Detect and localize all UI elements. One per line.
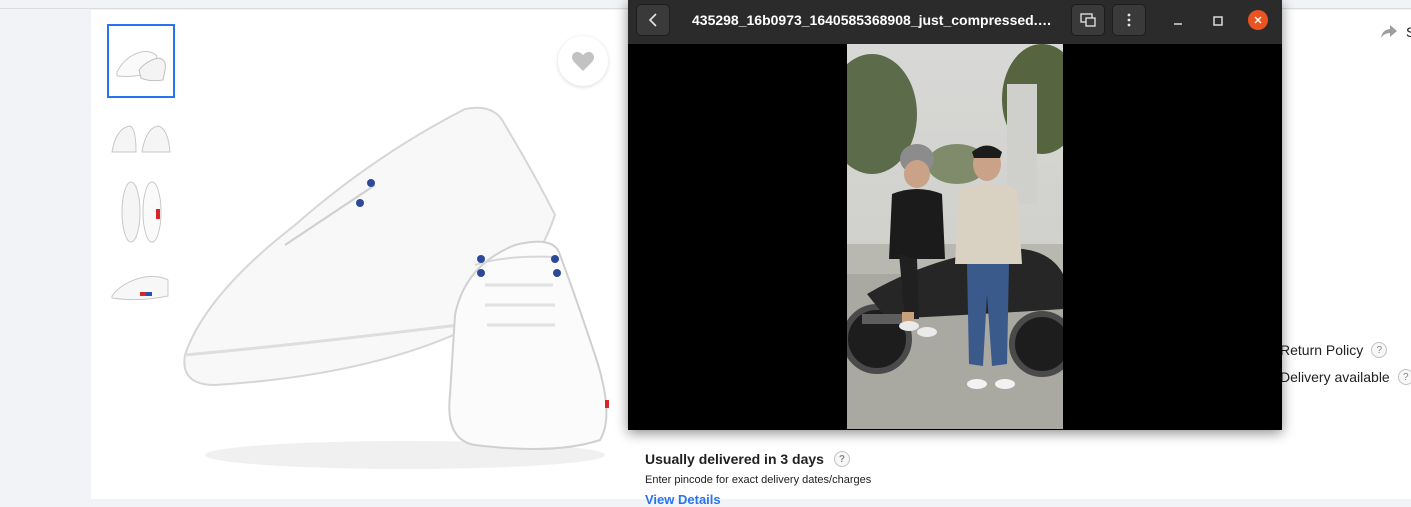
picture-in-picture-button[interactable] <box>1071 4 1105 36</box>
maximize-button[interactable] <box>1207 10 1229 32</box>
help-icon[interactable]: ? <box>1397 369 1411 385</box>
delivery-available-label: Delivery available <box>1280 369 1390 385</box>
share-button[interactable]: S <box>1380 24 1411 40</box>
thumbnail-3[interactable] <box>107 178 175 246</box>
delivery-title-row: Usually delivered in 3 days ? <box>645 451 871 467</box>
heart-icon <box>572 51 594 71</box>
help-icon[interactable]: ? <box>1371 342 1388 358</box>
help-icon[interactable]: ? <box>833 451 850 467</box>
shoe-thumbnail-image <box>116 51 166 82</box>
main-product-image[interactable] <box>175 95 620 475</box>
shoe-thumbnail-image <box>121 181 162 243</box>
video-frame[interactable] <box>847 44 1063 429</box>
sneaker-pair-image <box>183 106 609 469</box>
shoe-thumbnail-image <box>111 125 171 153</box>
menu-icon <box>1127 13 1131 27</box>
return-policy-label: Return Policy <box>1280 342 1364 358</box>
maximize-icon <box>1213 16 1223 26</box>
video-frame-image <box>847 44 1063 429</box>
return-policy: Return Policy ? <box>1280 342 1388 358</box>
menu-button[interactable] <box>1112 4 1146 36</box>
close-button[interactable] <box>1248 10 1268 30</box>
delivery-availability: Delivery available ? <box>1280 369 1411 385</box>
page-left-margin <box>0 10 91 499</box>
thumbnail-list <box>107 24 175 326</box>
thumbnail-1[interactable] <box>107 24 175 98</box>
pip-icon <box>1080 13 1096 27</box>
close-icon <box>1254 16 1262 24</box>
shoe-thumbnail-image <box>111 275 169 301</box>
back-icon <box>648 13 657 27</box>
minimize-icon <box>1174 23 1182 25</box>
thumbnail-2[interactable] <box>107 104 175 172</box>
viewer-titlebar[interactable]: 435298_16b0973_1640585368908_just_compre… <box>628 0 1282 44</box>
view-details-link[interactable]: View Details <box>645 492 871 507</box>
thumbnail-4[interactable] <box>107 252 175 320</box>
share-arrow-icon <box>1381 25 1397 38</box>
delivery-estimate: Usually delivered in 3 days <box>645 451 824 467</box>
share-label: S <box>1406 24 1411 40</box>
video-viewer-window: 435298_16b0973_1640585368908_just_compre… <box>628 0 1282 430</box>
pincode-hint: Enter pincode for exact delivery dates/c… <box>645 474 872 486</box>
wishlist-button[interactable] <box>558 36 608 86</box>
minimize-button[interactable] <box>1167 10 1189 32</box>
viewer-title: 435298_16b0973_1640585368908_just_compre… <box>692 12 1052 28</box>
back-button[interactable] <box>636 4 670 36</box>
